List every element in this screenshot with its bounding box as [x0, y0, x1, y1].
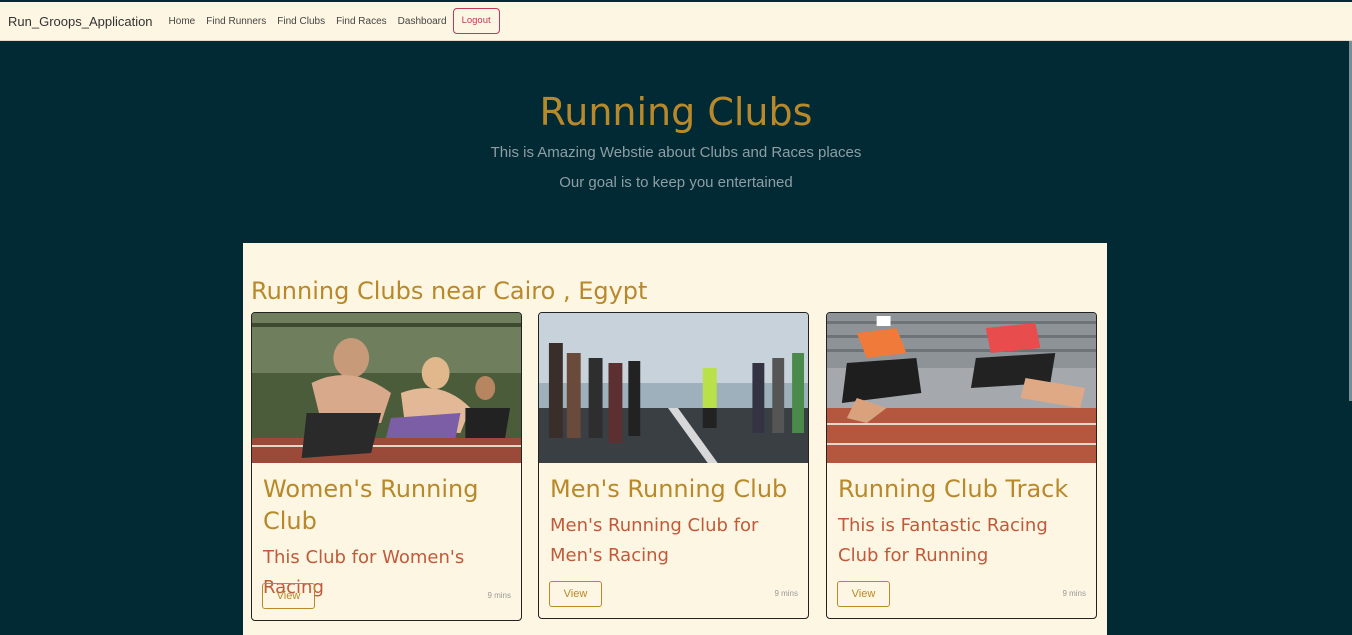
section-title: Running Clubs near Cairo , Egypt [251, 277, 648, 305]
nav-link-find-races[interactable]: Find Races [336, 16, 387, 27]
hero-tagline: This is Amazing Webstie about Clubs and … [490, 144, 862, 161]
club-description-track: This is Fantastic Racing Club for Runnin… [838, 515, 1048, 566]
nav-link-find-runners[interactable]: Find Runners [206, 16, 266, 27]
nav-link-home[interactable]: Home [169, 16, 196, 27]
club-title-track: Running Club Track [838, 475, 1069, 503]
view-button-men[interactable]: View [549, 581, 602, 607]
nav-link-find-clubs[interactable]: Find Clubs [277, 16, 325, 27]
navbar: Run_Groops_Application Home Find Runners… [0, 2, 1352, 41]
club-card-men: Men's Running Club Men's Running Club fo… [538, 312, 809, 619]
hero-goal: Our goal is to keep you entertained [559, 174, 793, 191]
club-image-men [539, 313, 808, 463]
club-card-track: Running Club Track This is Fantastic Rac… [826, 312, 1097, 619]
club-card-women: Women's Running Club This Club for Women… [251, 312, 522, 621]
club-title-women: Women's Running Club [263, 475, 479, 535]
club-title-men: Men's Running Club [550, 475, 788, 503]
clubs-panel: Running Clubs near Cairo , Egypt Women's… [243, 243, 1107, 635]
club-description-men: Men's Running Club for Men's Racing [550, 515, 759, 566]
view-button-track[interactable]: View [837, 581, 890, 607]
nav-link-dashboard[interactable]: Dashboard [398, 16, 447, 27]
view-button-women[interactable]: View [262, 583, 315, 609]
club-image-track [827, 313, 1096, 463]
club-image-women [252, 313, 521, 463]
brand-link[interactable]: Run_Groops_Application [8, 14, 153, 29]
logout-button[interactable]: Logout [452, 8, 500, 34]
club-time-track: 9 mins [1062, 589, 1086, 598]
club-time-men: 9 mins [774, 589, 798, 598]
club-time-women: 9 mins [487, 591, 511, 600]
page-title: Running Clubs [539, 90, 813, 134]
